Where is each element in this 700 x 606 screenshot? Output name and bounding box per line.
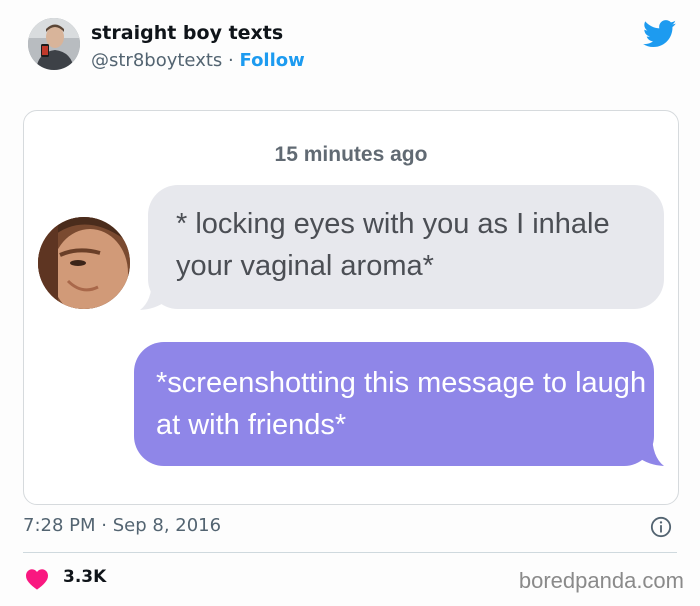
- incoming-message-bubble: * locking eyes with you as I inhale your…: [148, 185, 664, 309]
- author-handle-line: @str8boytexts · Follow: [91, 50, 305, 71]
- footer-divider: [23, 552, 677, 553]
- handle-separator: ·: [228, 50, 234, 71]
- message-timestamp: 15 minutes ago: [274, 143, 428, 166]
- tweet-card: straight boy texts @str8boytexts · Follo…: [0, 0, 700, 606]
- like-count[interactable]: 3.3K: [63, 567, 106, 587]
- contact-avatar: [38, 217, 130, 309]
- tweet-timestamp[interactable]: 7:28 PM · Sep 8, 2016: [23, 515, 221, 536]
- tweet-media-image[interactable]: 15 minutes ago * locking eyes with you a…: [23, 110, 679, 505]
- follow-button[interactable]: Follow: [240, 50, 305, 71]
- twitter-bird-icon[interactable]: [643, 20, 677, 48]
- tweet-date: Sep 8, 2016: [112, 515, 222, 536]
- author-display-name[interactable]: straight boy texts: [91, 22, 283, 44]
- tweet-time: 7:28 PM: [23, 515, 96, 536]
- watermark: boredpanda.com: [518, 568, 684, 593]
- heart-icon[interactable]: [25, 568, 49, 590]
- author-handle[interactable]: @str8boytexts: [91, 50, 222, 71]
- outgoing-message-bubble: *screenshotting this message to laugh at…: [134, 342, 654, 466]
- author-avatar[interactable]: [28, 18, 80, 70]
- info-icon[interactable]: [650, 516, 672, 538]
- timestamp-separator: ·: [101, 515, 107, 536]
